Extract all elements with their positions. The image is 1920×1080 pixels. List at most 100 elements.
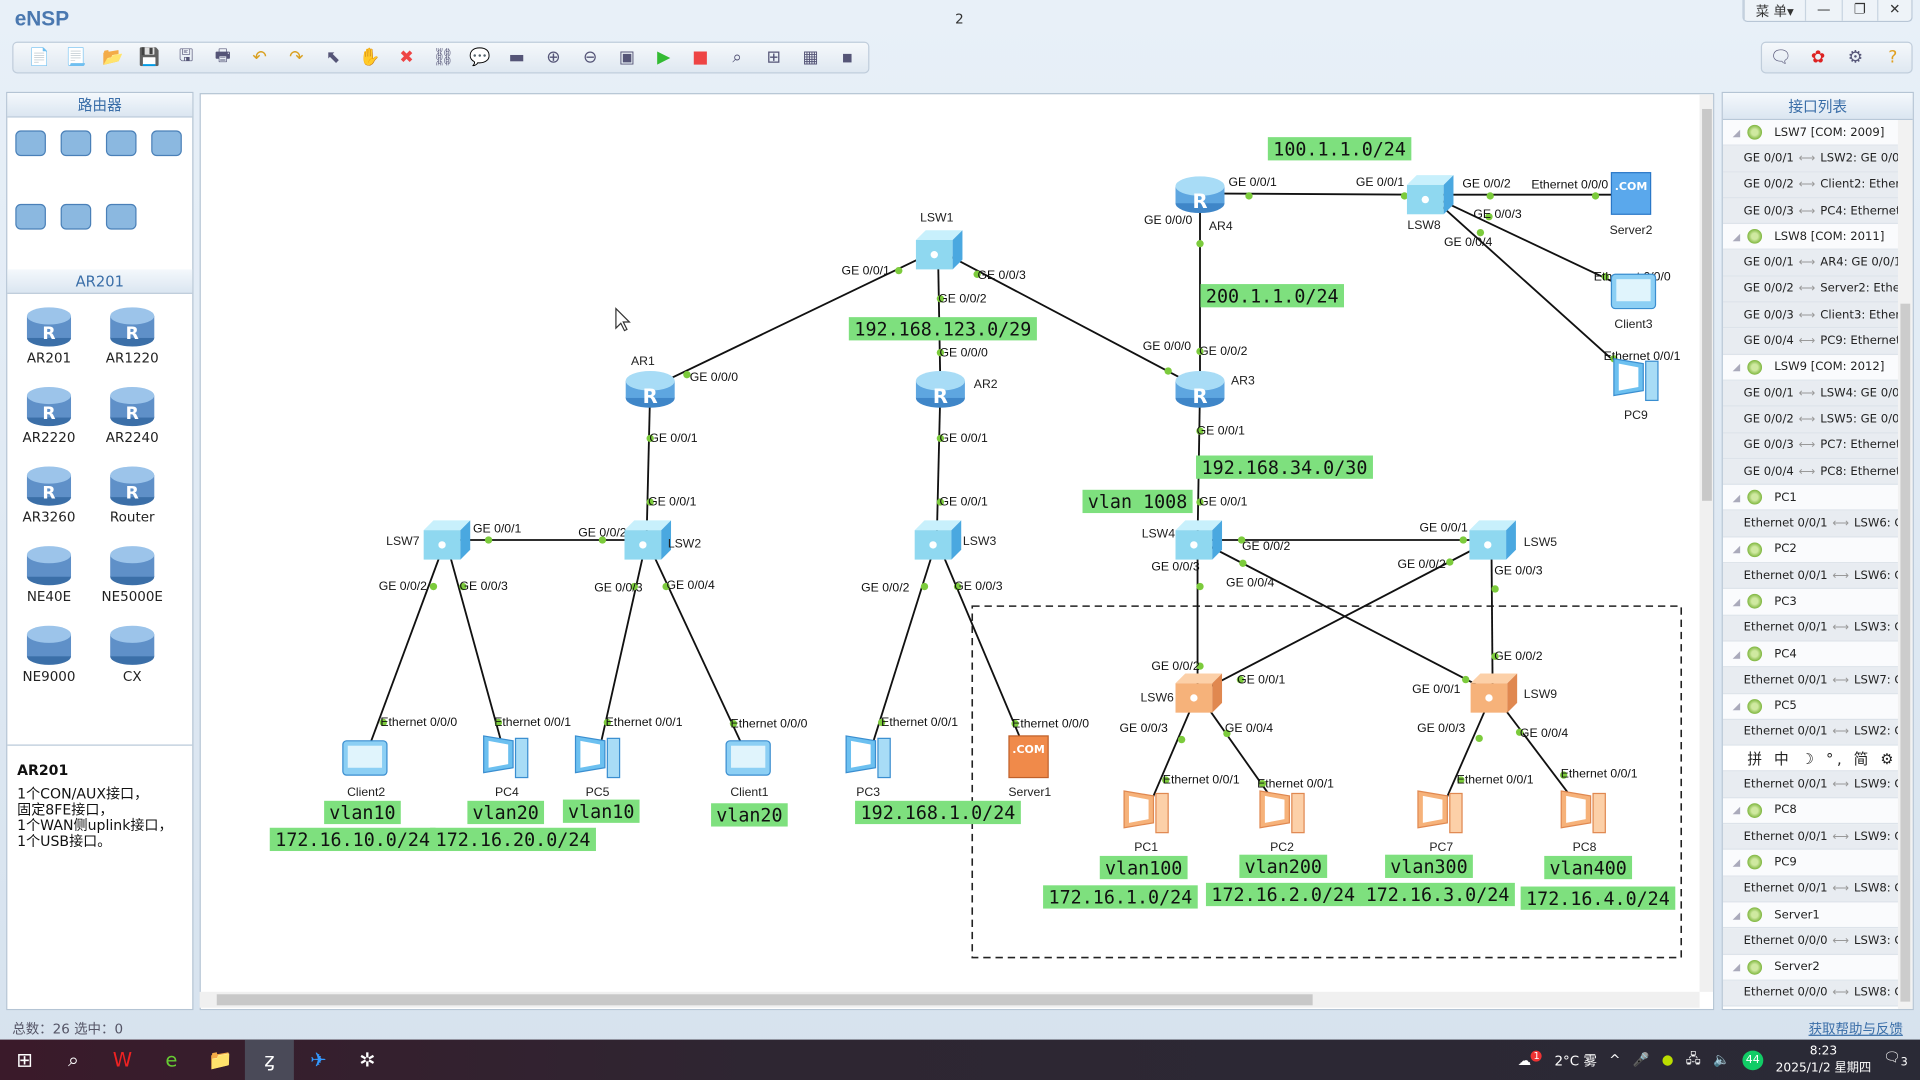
close-button[interactable]: ✕ <box>1876 0 1912 21</box>
interface-group-header[interactable]: ◢ LSW9 [COM: 2012] <box>1722 354 1898 381</box>
node-pc7[interactable]: PC7 <box>1417 790 1463 854</box>
subnet-annotation[interactable]: vlan20 <box>467 800 545 824</box>
node-lsw1[interactable]: LSW1 <box>915 211 963 270</box>
subnet-annotation[interactable]: 192.168.34.0/30 <box>1196 455 1373 479</box>
link-LSW5-LSW9[interactable]: GE 0/0/3 GE 0/0/2 <box>1490 539 1543 694</box>
print-icon[interactable]: 🖶 <box>204 44 241 71</box>
device-ar2220[interactable]: R AR2220 <box>7 381 90 461</box>
palette-icon[interactable]: ▬ <box>498 44 535 71</box>
subnet-annotation[interactable]: vlan200 <box>1239 854 1328 878</box>
collapse-icon[interactable]: ◢ <box>1733 805 1748 816</box>
stop-icon[interactable]: ■ <box>682 44 719 71</box>
interface-row[interactable]: GE 0/0/1 ⟷ LSW2: GE 0/0/ <box>1722 146 1898 173</box>
interface-row[interactable]: Ethernet 0/0/1 ⟷ LSW8: G <box>1722 876 1898 903</box>
terminal-category-icon[interactable] <box>12 201 57 260</box>
open-icon[interactable]: 📂 <box>94 44 131 71</box>
node-lsw5[interactable]: LSW5 <box>1469 520 1557 560</box>
save-icon[interactable]: 💾 <box>131 44 168 71</box>
node-lsw9[interactable]: LSW9 <box>1470 673 1558 713</box>
subnet-annotation[interactable]: vlan300 <box>1385 854 1473 878</box>
interface-row[interactable]: Ethernet 0/0/1 ⟷ LSW6: G <box>1722 563 1898 590</box>
interface-group-header[interactable]: ◢ PC8 <box>1722 798 1898 825</box>
grid-icon[interactable]: ▦ <box>792 44 829 71</box>
topology-icon[interactable]: ⊞ <box>756 44 793 71</box>
device-ar3260[interactable]: R AR3260 <box>7 460 90 540</box>
interface-row[interactable]: GE 0/0/2 ⟷ Client2: Ethern <box>1722 172 1898 199</box>
collapse-icon[interactable]: ◢ <box>1733 648 1748 659</box>
node-lsw8[interactable]: LSW8 <box>1406 175 1454 232</box>
capture-icon[interactable]: ⌕ <box>719 44 756 71</box>
node-ar2[interactable]: R AR2 <box>915 371 998 408</box>
device-ar2240[interactable]: R AR2240 <box>91 381 174 461</box>
collapse-icon[interactable]: ◢ <box>1733 701 1748 712</box>
minimize-button[interactable]: — <box>1804 0 1842 21</box>
subnet-annotation[interactable]: 172.16.10.0/24 <box>269 827 436 851</box>
link-category-icon[interactable] <box>103 201 148 260</box>
node-lsw6[interactable]: LSW6 <box>1140 673 1223 713</box>
network-speed-badge[interactable]: 44 <box>1742 1050 1764 1070</box>
device-ne9000[interactable]: NE9000 <box>7 620 90 700</box>
delete-icon[interactable]: ✖ <box>388 44 425 71</box>
start-icon[interactable]: ▶ <box>645 44 682 71</box>
subnet-annotation[interactable]: 172.16.1.0/24 <box>1043 885 1198 909</box>
node-server1[interactable]: .COM Server1 <box>1008 735 1051 799</box>
node-pc2[interactable]: PC2 <box>1259 790 1305 854</box>
collapse-icon[interactable]: ◢ <box>1733 544 1748 555</box>
fit-icon[interactable]: ▣ <box>609 44 646 71</box>
horizontal-scrollbar[interactable] <box>199 991 1700 1008</box>
link-LSW3-PC3[interactable]: GE 0/0/2 Ethernet 0/0/1 <box>861 539 958 759</box>
interface-row[interactable]: Ethernet 0/0/1 ⟷ LSW3: G <box>1722 615 1898 642</box>
link-line[interactable] <box>1490 539 1494 694</box>
interface-group-header[interactable]: ◢ PC3 <box>1722 589 1898 616</box>
chat-icon[interactable]: 🗨 <box>1762 44 1799 71</box>
undo-icon[interactable]: ↶ <box>241 44 278 71</box>
link-LSW7-PC4[interactable]: GE 0/0/3 Ethernet 0/0/1 <box>444 539 572 759</box>
collapse-icon[interactable]: ◢ <box>1733 492 1748 503</box>
subnet-annotation[interactable]: 100.1.1.0/24 <box>1267 137 1412 161</box>
wlan-category-icon[interactable] <box>103 127 148 186</box>
subnet-annotation[interactable]: vlan20 <box>711 803 788 827</box>
node-pc9[interactable]: PC9 <box>1613 358 1659 422</box>
new-topology-icon[interactable]: 📄 <box>21 44 58 71</box>
clock[interactable]: 8:23 2025/1/2 星期四 <box>1776 1043 1872 1077</box>
link-line[interactable] <box>935 388 942 541</box>
link-LSW3-Server1[interactable]: GE 0/0/3 Ethernet 0/0/0 <box>935 539 1090 759</box>
device-ar201[interactable]: R AR201 <box>7 301 90 381</box>
node-pc1[interactable]: PC1 <box>1123 790 1169 854</box>
cloud-category-icon[interactable] <box>58 201 103 260</box>
interface-row[interactable]: GE 0/0/1 ⟷ LSW4: GE 0/0/ <box>1722 380 1898 407</box>
link-LSW4-LSW6[interactable]: GE 0/0/3 GE 0/0/2 <box>1151 540 1204 694</box>
weather-icon[interactable]: ☁ 1 <box>1518 1050 1543 1069</box>
interface-row[interactable]: GE 0/0/1 ⟷ AR4: GE 0/0/1 <box>1722 250 1898 277</box>
node-lsw3[interactable]: LSW3 <box>914 520 997 560</box>
device-ar1220[interactable]: R AR1220 <box>91 301 174 381</box>
link-AR1-LSW2[interactable]: GE 0/0/1 GE 0/0/1 <box>645 388 698 541</box>
link-AR2-LSW3[interactable]: GE 0/0/1 GE 0/0/1 <box>935 388 988 541</box>
restore-button[interactable]: ❐ <box>1841 0 1877 21</box>
delete-link-icon[interactable]: ⛓ <box>425 44 462 71</box>
vertical-scrollbar[interactable] <box>1699 94 1714 992</box>
file-explorer-icon[interactable]: 📁 <box>196 1040 245 1080</box>
ensp-icon[interactable]: ȥ <box>244 1039 294 1080</box>
firewall-category-icon[interactable] <box>148 127 193 186</box>
node-client3[interactable]: Client3 <box>1610 273 1657 331</box>
device-cx[interactable]: CX <box>91 620 174 700</box>
collapse-icon[interactable]: ◢ <box>1733 961 1748 972</box>
subnet-annotation[interactable]: 172.16.20.0/24 <box>430 827 596 851</box>
subnet-annotation[interactable]: vlan100 <box>1099 855 1188 879</box>
node-pc3[interactable]: PC3 <box>845 735 891 799</box>
interface-group-header[interactable]: ◢ Server2 <box>1722 954 1898 981</box>
node-pc4[interactable]: PC4 <box>483 735 529 799</box>
huawei-icon[interactable]: ✿ <box>1800 44 1837 71</box>
menu-button[interactable]: 菜 单▾ <box>1743 0 1805 21</box>
node-client1[interactable]: Client1 <box>725 740 771 799</box>
save-as-icon[interactable]: 🖫 <box>168 44 205 71</box>
new-blank-icon[interactable]: 📃 <box>58 44 95 71</box>
link-LSW8-Server2[interactable]: GE 0/0/2 Ethernet 0/0/0 <box>1428 176 1632 200</box>
interface-group-header[interactable]: ◢ PC2 <box>1722 537 1898 564</box>
help-feedback-link[interactable]: 获取帮助与反馈 <box>1809 1019 1903 1039</box>
zoom-in-icon[interactable]: ⊕ <box>535 44 572 71</box>
wps-icon[interactable]: W <box>98 1040 147 1080</box>
node-lsw4[interactable]: LSW4 <box>1142 520 1223 560</box>
collapse-icon[interactable]: ◢ <box>1733 596 1748 607</box>
